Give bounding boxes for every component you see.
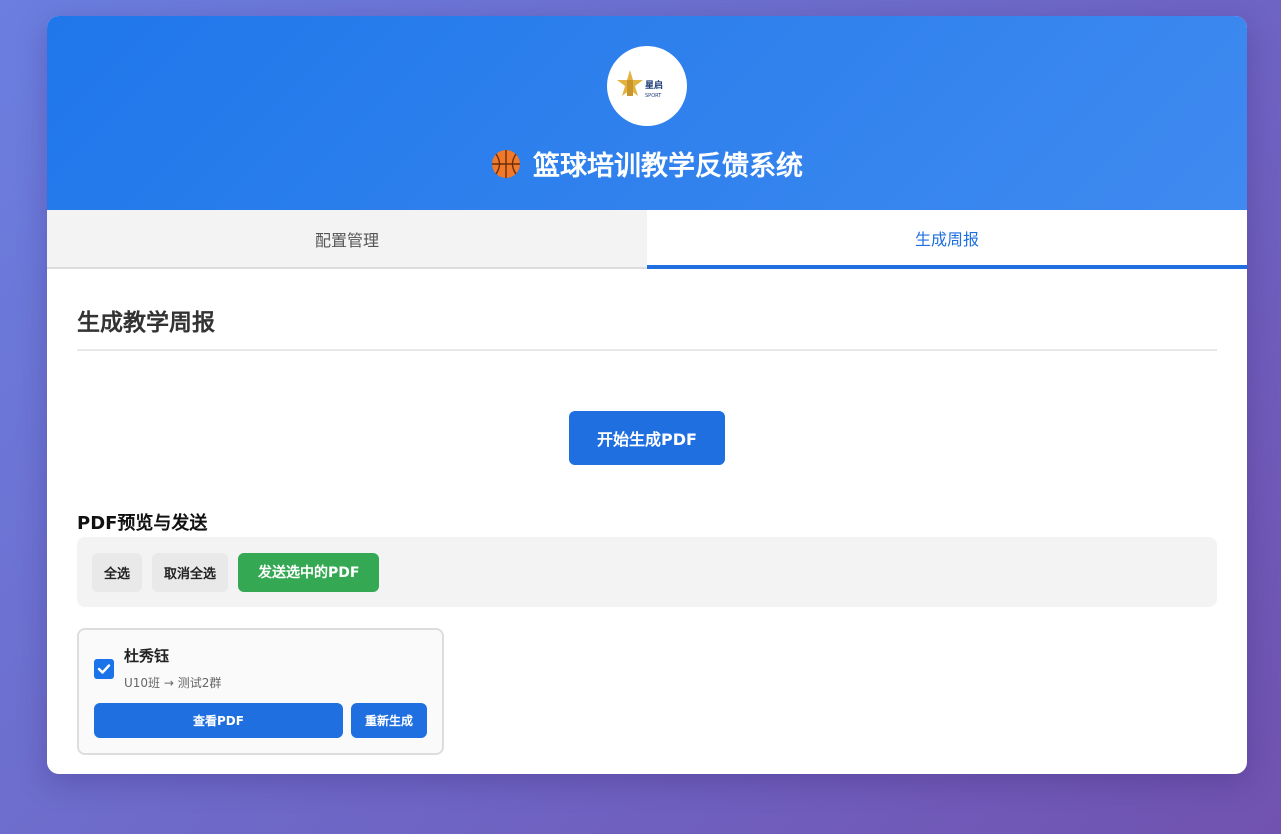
student-meta: U10班 → 测试2群: [124, 676, 222, 690]
app-header: 星启 SPORT 篮球培训教学反馈系统: [47, 16, 1247, 210]
checkmark-icon: [97, 664, 111, 674]
tab-config-management[interactable]: 配置管理: [47, 210, 647, 267]
pdf-select-checkbox[interactable]: [94, 659, 114, 679]
pdf-card-actions: 查看PDF 重新生成: [94, 703, 427, 738]
preview-title: PDF预览与发送: [77, 513, 208, 534]
svg-text:星启: 星启: [645, 79, 663, 91]
company-logo-icon: 星启 SPORT: [617, 70, 663, 99]
section-title: 生成教学周报: [77, 303, 1217, 351]
company-logo: 星启 SPORT: [607, 46, 687, 126]
view-pdf-button[interactable]: 查看PDF: [94, 703, 343, 738]
student-info: 杜秀钰 U10班 → 测试2群: [124, 645, 221, 691]
tab-generate-weekly-report[interactable]: 生成周报: [647, 210, 1247, 269]
main-card: 星启 SPORT 篮球培训教学反馈系统 配置管理 生成周报 生成教学周报 开始生…: [47, 16, 1247, 774]
svg-text:SPORT: SPORT: [645, 93, 662, 99]
tab-content: 生成教学周报 开始生成PDF PDF预览与发送 全选 取消全选 发送选中的PDF…: [47, 303, 1247, 755]
generate-pdf-button[interactable]: 开始生成PDF: [569, 411, 725, 465]
send-selected-pdf-button[interactable]: 发送选中的PDF: [238, 552, 380, 592]
tab-bar: 配置管理 生成周报: [47, 210, 1247, 269]
pdf-toolbar: 全选 取消全选 发送选中的PDF: [77, 537, 1217, 607]
pdf-card-header: 杜秀钰 U10班 → 测试2群: [94, 645, 427, 691]
pdf-card: 杜秀钰 U10班 → 测试2群 查看PDF 重新生成: [77, 628, 444, 755]
generate-wrap: 开始生成PDF: [77, 411, 1217, 465]
select-all-button[interactable]: 全选: [92, 552, 143, 592]
basketball-icon: [492, 149, 520, 178]
student-name: 杜秀钰: [124, 647, 170, 665]
regenerate-button[interactable]: 重新生成: [351, 703, 427, 738]
deselect-all-button[interactable]: 取消全选: [152, 552, 229, 592]
title-row: 篮球培训教学反馈系统: [491, 144, 803, 183]
app-title: 篮球培训教学反馈系统: [533, 151, 803, 182]
